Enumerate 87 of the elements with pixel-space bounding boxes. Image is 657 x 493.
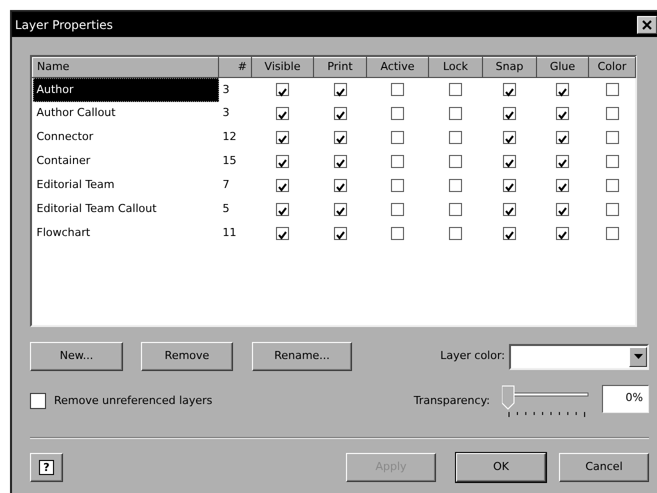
checkbox[interactable] — [606, 83, 618, 96]
table-cell[interactable]: Container — [32, 150, 218, 174]
column-header[interactable]: Name — [32, 58, 218, 78]
caret-icon — [634, 354, 642, 359]
checkbox[interactable] — [606, 131, 618, 144]
checkbox[interactable] — [334, 203, 346, 216]
button[interactable]: New... — [30, 342, 123, 371]
close-icon[interactable] — [642, 20, 652, 30]
checkbox[interactable] — [334, 131, 346, 144]
checkbox[interactable] — [556, 131, 569, 144]
checkbox[interactable] — [276, 131, 289, 144]
field-label: Transparency: — [414, 393, 490, 409]
table-cell-text: 11 — [222, 225, 238, 242]
checkbox[interactable] — [449, 227, 462, 240]
checkbox[interactable] — [449, 179, 462, 192]
checkbox[interactable] — [606, 203, 618, 216]
button[interactable]: Cancel — [559, 453, 649, 482]
button[interactable]: Remove — [141, 342, 233, 371]
column-header[interactable]: Snap — [482, 58, 536, 78]
checkbox[interactable] — [449, 83, 462, 96]
checkbox[interactable] — [276, 179, 289, 192]
checkbox[interactable] — [556, 83, 569, 96]
checkbox[interactable] — [606, 227, 618, 240]
color-dropdown[interactable] — [509, 344, 649, 370]
window-title: Layer Properties — [15, 16, 113, 34]
value-field[interactable]: 0% — [602, 385, 649, 413]
checkbox[interactable] — [391, 155, 404, 168]
checkbox[interactable] — [276, 83, 289, 96]
column-header[interactable]: Color — [588, 58, 636, 78]
help-button[interactable]: ? — [30, 453, 63, 482]
table-cell: 3 — [218, 78, 252, 102]
table-cell-text: 5 — [222, 201, 230, 218]
table-cell-text: 12 — [222, 129, 238, 146]
checkbox[interactable] — [556, 203, 569, 216]
table-cell-text: 15 — [222, 153, 238, 170]
checkbox[interactable] — [391, 203, 404, 216]
checkbox[interactable] — [391, 83, 404, 96]
checkbox[interactable] — [334, 83, 346, 96]
checkbox[interactable] — [391, 227, 404, 240]
column-header[interactable]: Visible — [252, 58, 314, 78]
table-cell[interactable]: Editorial Team — [32, 174, 218, 198]
table-cell[interactable]: Connector — [32, 126, 218, 150]
checkbox[interactable] — [503, 155, 516, 168]
checkbox[interactable] — [276, 203, 289, 216]
checkbox[interactable] — [449, 155, 462, 168]
checkbox[interactable] — [276, 227, 289, 240]
checkbox[interactable] — [276, 155, 289, 168]
checkbox[interactable] — [391, 179, 404, 192]
checkbox[interactable] — [334, 155, 346, 168]
table-cell-text: 7 — [222, 177, 230, 194]
field-label: Layer color: — [440, 348, 505, 364]
table-cell[interactable]: Author Callout — [32, 102, 218, 126]
checkbox[interactable] — [449, 107, 462, 120]
checkbox[interactable] — [556, 227, 569, 240]
checkbox[interactable] — [503, 227, 516, 240]
table-cell[interactable]: Flowchart — [32, 222, 218, 246]
checkbox[interactable] — [334, 179, 346, 192]
column-header[interactable]: # — [218, 58, 252, 78]
checkbox[interactable] — [391, 131, 404, 144]
table-cell: 3 — [218, 102, 252, 126]
checkbox[interactable] — [556, 179, 569, 192]
checkbox[interactable] — [30, 393, 46, 410]
checkbox[interactable] — [449, 203, 462, 216]
checkbox[interactable] — [503, 131, 516, 144]
checkbox[interactable] — [556, 107, 569, 120]
checkbox[interactable] — [606, 179, 618, 192]
button[interactable]: OK — [456, 453, 546, 482]
checkbox[interactable] — [503, 107, 516, 120]
checkbox[interactable] — [606, 155, 618, 168]
column-header[interactable]: Glue — [536, 58, 588, 78]
checkbox[interactable] — [606, 107, 618, 120]
checkbox-label: Remove unreferenced layers — [54, 393, 212, 409]
button[interactable]: Rename... — [252, 342, 352, 371]
checkbox[interactable] — [503, 83, 516, 96]
column-header[interactable]: Lock — [428, 58, 482, 78]
checkbox[interactable] — [334, 227, 346, 240]
checkbox[interactable] — [276, 107, 289, 120]
table-cell[interactable]: Author — [32, 78, 218, 102]
table-cell[interactable]: Editorial Team Callout — [32, 198, 218, 222]
column-header[interactable]: Print — [314, 58, 366, 78]
checkbox[interactable] — [556, 155, 569, 168]
checkbox[interactable] — [391, 107, 404, 120]
checkbox[interactable] — [334, 107, 346, 120]
checkbox[interactable] — [503, 203, 516, 216]
column-header[interactable]: Active — [366, 58, 428, 78]
checkbox[interactable] — [449, 131, 462, 144]
checkbox[interactable] — [503, 179, 516, 192]
